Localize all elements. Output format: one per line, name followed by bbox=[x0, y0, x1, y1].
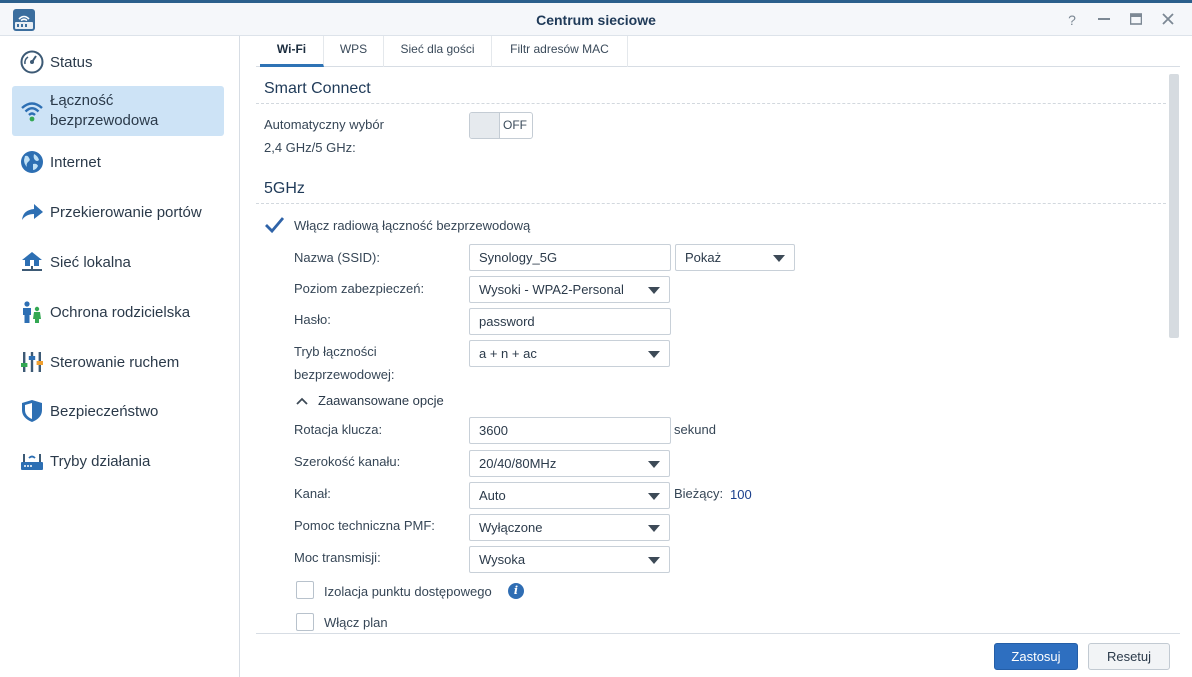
vertical-scrollbar[interactable] bbox=[1169, 74, 1179, 338]
tab-mac-filter[interactable]: Filtr adresów MAC bbox=[492, 36, 628, 67]
sidebar-item-label: Sterowanie ruchem bbox=[50, 354, 180, 371]
current-channel-label: Bieżący: bbox=[674, 486, 724, 501]
chevron-down-icon bbox=[648, 461, 660, 468]
sidebar-item-operation-modes[interactable]: Tryby działania bbox=[12, 436, 224, 486]
enable-radio-checkbox[interactable] bbox=[264, 215, 284, 235]
chevron-down-icon bbox=[648, 557, 660, 564]
sidebar-item-local-network[interactable]: Sieć lokalna bbox=[12, 237, 224, 287]
sidebar-item-parental-control[interactable]: Ochrona rodzicielska bbox=[12, 287, 224, 337]
sidebar-item-security[interactable]: Bezpieczeństwo bbox=[12, 386, 224, 436]
ssid-input[interactable]: Synology_5G bbox=[469, 244, 671, 271]
reset-button[interactable]: Resetuj bbox=[1088, 643, 1170, 670]
router-icon bbox=[21, 454, 43, 470]
tab-bar: Wi-Fi WPS Sieć dla gości Filtr adresów M… bbox=[256, 36, 1180, 67]
security-level-label: Poziom zabezpieczeń: bbox=[294, 281, 425, 296]
gauge-icon bbox=[20, 50, 44, 74]
channel-width-select[interactable]: 20/40/80MHz bbox=[469, 450, 670, 477]
title-bar: Centrum sieciowe ? bbox=[0, 0, 1192, 36]
section-title-smart-connect: Smart Connect bbox=[264, 80, 371, 97]
toggle-state-text: OFF bbox=[503, 118, 527, 132]
enable-radio-label: Włącz radiową łączność bezprzewodową bbox=[294, 218, 531, 233]
minimize-icon[interactable] bbox=[1094, 10, 1114, 30]
sidebar: Status Łączność bezprzewodowa Internet Pr… bbox=[0, 36, 240, 677]
schedule-checkbox[interactable] bbox=[296, 613, 314, 631]
tx-power-value: Wysoka bbox=[479, 552, 526, 567]
sliders-icon bbox=[21, 352, 43, 372]
tab-wifi[interactable]: Wi-Fi bbox=[260, 36, 324, 67]
wireless-mode-value: a + n + ac bbox=[479, 346, 537, 361]
security-level-value: Wysoki - WPA2-Personal bbox=[479, 282, 624, 297]
section-divider bbox=[256, 203, 1166, 204]
ssid-visibility-value: Pokaż bbox=[685, 250, 722, 265]
apply-button[interactable]: Zastosuj bbox=[994, 643, 1078, 670]
ssid-visibility-select[interactable]: Pokaż bbox=[675, 244, 795, 271]
sidebar-item-status[interactable]: Status bbox=[12, 37, 224, 87]
channel-value: Auto bbox=[479, 488, 506, 503]
current-channel-value: 100 bbox=[730, 487, 752, 502]
forward-arrow-icon bbox=[22, 204, 43, 220]
key-rotation-label: Rotacja klucza: bbox=[294, 422, 383, 437]
chevron-down-icon bbox=[648, 351, 660, 358]
sidebar-item-label: Przekierowanie portów bbox=[50, 204, 202, 221]
channel-label: Kanał: bbox=[294, 486, 331, 501]
ap-isolation-label: Izolacja punktu dostępowego bbox=[324, 584, 492, 599]
window-title: Centrum sieciowe bbox=[536, 12, 656, 28]
pmf-label: Pomoc techniczna PMF: bbox=[294, 518, 435, 533]
advanced-options-label: Zaawansowane opcje bbox=[318, 393, 444, 408]
security-level-select[interactable]: Wysoki - WPA2-Personal bbox=[469, 276, 670, 303]
auto-band-label: Automatyczny wybór 2,4 GHz/5 GHz: bbox=[264, 117, 384, 155]
chevron-down-icon bbox=[773, 255, 785, 262]
family-icon bbox=[23, 301, 41, 323]
advanced-options-toggle[interactable]: Zaawansowane opcje bbox=[296, 391, 496, 413]
sidebar-item-wireless[interactable]: Łączność bezprzewodowa bbox=[12, 86, 224, 136]
toggle-knob bbox=[470, 113, 500, 138]
wireless-mode-label: Tryb łączności bezprzewodowej: bbox=[294, 344, 395, 382]
maximize-icon[interactable] bbox=[1126, 10, 1146, 30]
sidebar-item-label: Bezpieczeństwo bbox=[50, 403, 159, 420]
ap-isolation-checkbox[interactable] bbox=[296, 581, 314, 599]
schedule-label: Włącz plan bbox=[324, 615, 388, 630]
wireless-mode-select[interactable]: a + n + ac bbox=[469, 340, 670, 367]
tab-wps[interactable]: WPS bbox=[324, 36, 384, 67]
sidebar-item-label: Ochrona rodzicielska bbox=[50, 304, 191, 321]
sidebar-item-label: Tryby działania bbox=[50, 453, 151, 470]
password-label: Hasło: bbox=[294, 312, 331, 327]
tab-guest-network[interactable]: Sieć dla gości bbox=[384, 36, 492, 67]
chevron-down-icon bbox=[648, 287, 660, 294]
section-title-5ghz: 5GHz bbox=[264, 180, 305, 197]
password-input[interactable]: password bbox=[469, 308, 671, 335]
help-icon[interactable]: ? bbox=[1062, 10, 1082, 30]
info-icon[interactable]: i bbox=[508, 583, 524, 599]
channel-width-label: Szerokość kanału: bbox=[294, 454, 401, 469]
tx-power-select[interactable]: Wysoka bbox=[469, 546, 670, 573]
channel-width-value: 20/40/80MHz bbox=[479, 456, 557, 471]
home-network-icon bbox=[22, 252, 42, 271]
footer-bar: Zastosuj Resetuj bbox=[256, 633, 1180, 677]
chevron-up-icon bbox=[296, 397, 308, 405]
sidebar-item-internet[interactable]: Internet bbox=[12, 137, 224, 187]
pmf-value: Wyłączone bbox=[479, 520, 543, 535]
globe-icon bbox=[21, 151, 43, 173]
sidebar-item-label: Łączność bezprzewodowa bbox=[50, 92, 159, 129]
sidebar-item-label: Status bbox=[50, 54, 93, 71]
sidebar-item-port-forwarding[interactable]: Przekierowanie portów bbox=[12, 187, 224, 237]
chevron-down-icon bbox=[648, 525, 660, 532]
close-icon[interactable] bbox=[1158, 10, 1178, 30]
shield-icon bbox=[22, 400, 42, 422]
tx-power-label: Moc transmisji: bbox=[294, 550, 381, 565]
sidebar-item-label: Sieć lokalna bbox=[50, 254, 131, 271]
settings-panel: Smart Connect Automatyczny wybór 2,4 GHz/… bbox=[256, 68, 1170, 633]
section-divider bbox=[256, 103, 1166, 104]
chevron-down-icon bbox=[648, 493, 660, 500]
key-rotation-unit: sekund bbox=[674, 422, 716, 437]
sidebar-item-label: Internet bbox=[50, 154, 101, 171]
ssid-label: Nazwa (SSID): bbox=[294, 250, 380, 265]
pmf-select[interactable]: Wyłączone bbox=[469, 514, 670, 541]
sidebar-item-traffic-control[interactable]: Sterowanie ruchem bbox=[12, 337, 224, 387]
wifi-icon bbox=[21, 102, 43, 122]
smart-connect-toggle[interactable]: OFF bbox=[469, 112, 533, 139]
channel-select[interactable]: Auto bbox=[469, 482, 670, 509]
key-rotation-input[interactable]: 3600 bbox=[469, 417, 671, 444]
